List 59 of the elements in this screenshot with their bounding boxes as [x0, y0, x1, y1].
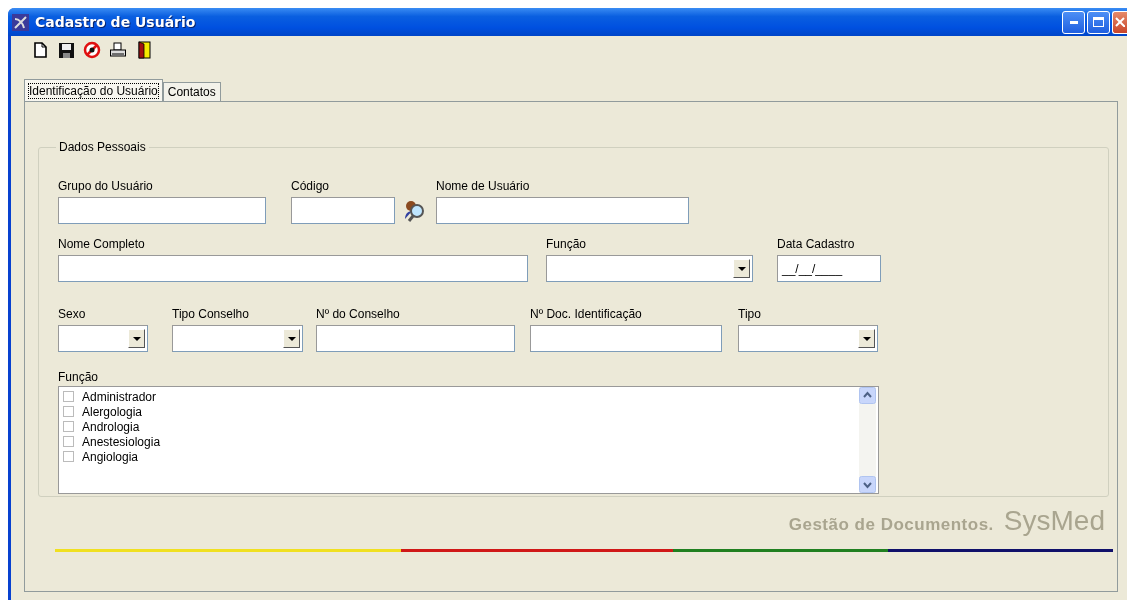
- checkbox[interactable]: [63, 421, 74, 432]
- tab[interactable]: Contatos: [162, 82, 221, 101]
- input-field[interactable]: [436, 197, 689, 224]
- field-label: Data Cadastro: [777, 237, 855, 251]
- close-icon: [1115, 17, 1125, 27]
- app-icon: [12, 13, 29, 31]
- dropdown-arrow-icon: [737, 266, 746, 271]
- maximize-icon: [1093, 17, 1104, 27]
- door-icon[interactable]: [135, 41, 153, 59]
- dropdown-field[interactable]: [546, 255, 753, 282]
- save-icon[interactable]: [57, 41, 75, 59]
- input-field[interactable]: [316, 325, 515, 352]
- checkbox[interactable]: [63, 451, 74, 462]
- checkbox[interactable]: [63, 436, 74, 447]
- close-button[interactable]: [1112, 10, 1127, 34]
- field-label: Tipo: [738, 307, 761, 321]
- field-label: Tipo Conselho: [172, 307, 249, 321]
- field-label: Nº do Conselho: [316, 307, 400, 321]
- scroll-down-icon[interactable]: [859, 476, 876, 493]
- dropdown-arrow-icon: [132, 336, 141, 341]
- dropdown-arrow-icon: [287, 336, 296, 341]
- field-label: Nome Completo: [58, 237, 145, 251]
- checkbox-list[interactable]: Administrador Alergologia Andrologia Anestesiologia Angiologia: [58, 386, 879, 494]
- field-label: Função: [58, 370, 99, 384]
- maximize-button[interactable]: [1087, 10, 1110, 34]
- list-item[interactable]: Angiologia: [63, 449, 855, 464]
- field-label: Função: [546, 237, 587, 251]
- list-item[interactable]: Andrologia: [63, 419, 855, 434]
- dropdown-field[interactable]: [738, 325, 878, 352]
- input-field[interactable]: [291, 197, 395, 224]
- field-label: Código: [291, 179, 330, 193]
- dropdown-field[interactable]: [172, 325, 303, 352]
- input-field[interactable]: [58, 197, 266, 224]
- input-field[interactable]: [530, 325, 722, 352]
- minimize-icon: [1069, 20, 1078, 24]
- field-label: Grupo do Usuário: [58, 179, 153, 193]
- field-label: Nº Doc. Identificação: [530, 307, 642, 321]
- list-item[interactable]: Anestesiologia: [63, 434, 855, 449]
- field-label: Nome de Usuário: [436, 179, 530, 193]
- new-document-icon[interactable]: [31, 41, 49, 59]
- checkbox[interactable]: [63, 391, 74, 402]
- list-item[interactable]: Administrador: [63, 389, 855, 404]
- group-title: Dados Pessoais: [58, 140, 147, 154]
- window-title: Cadastro de Usuário: [35, 14, 197, 30]
- brand-name: SysMed: [1003, 505, 1105, 537]
- footer-caption: Gestão de Documentos.: [788, 515, 994, 535]
- tab[interactable]: Identificação do Usuário: [24, 79, 163, 101]
- dropdown-arrow-icon: [862, 336, 871, 341]
- scroll-up-icon[interactable]: [859, 387, 876, 404]
- list-item[interactable]: Alergologia: [63, 404, 855, 419]
- cancel-icon[interactable]: [83, 41, 101, 59]
- dropdown-field[interactable]: [58, 325, 148, 352]
- printer-icon[interactable]: [109, 41, 127, 59]
- minimize-button[interactable]: [1062, 10, 1085, 34]
- scrollbar[interactable]: [859, 387, 876, 493]
- checkbox[interactable]: [63, 406, 74, 417]
- field-label: Sexo: [58, 307, 86, 321]
- input-field[interactable]: [58, 255, 528, 282]
- input-field[interactable]: __/__/____: [777, 255, 881, 282]
